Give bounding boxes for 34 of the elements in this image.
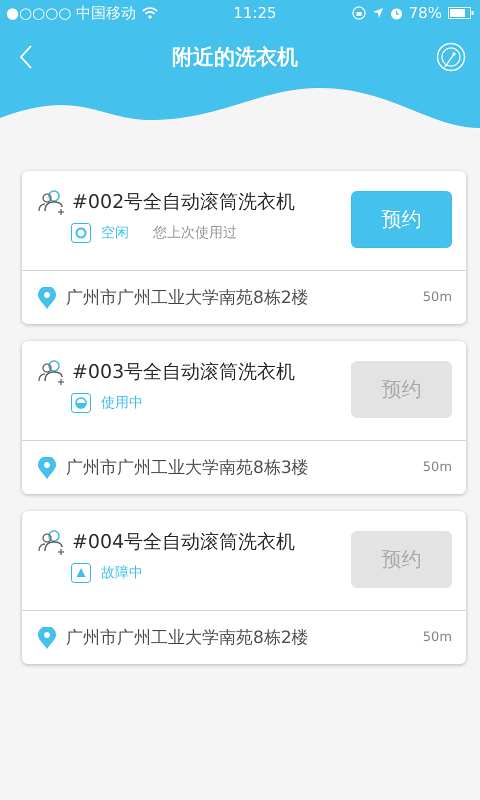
battery-icon bbox=[448, 7, 474, 19]
location-pin-icon bbox=[38, 626, 56, 648]
clock-text: 11:25 bbox=[233, 4, 277, 22]
wifi-icon bbox=[142, 7, 158, 19]
distance-text: 50m bbox=[422, 290, 452, 305]
last-used-note: 您上次使用过 bbox=[153, 224, 237, 242]
machine-name: #004号全自动滚筒洗衣机 bbox=[72, 530, 296, 555]
book-button[interactable]: 预约 bbox=[351, 191, 452, 248]
users-icon bbox=[38, 359, 66, 385]
status-label: 使用中 bbox=[101, 394, 143, 412]
machine-name: #003号全自动滚筒洗衣机 bbox=[72, 360, 296, 385]
back-icon[interactable] bbox=[18, 44, 34, 70]
machine-name: #002号全自动滚筒洗衣机 bbox=[72, 190, 296, 215]
location-pin-icon bbox=[38, 286, 56, 308]
address-text: 广州市广州工业大学南苑8栋2楼 bbox=[66, 287, 310, 309]
location-pin-icon bbox=[38, 456, 56, 478]
users-icon bbox=[38, 529, 66, 555]
location-icon bbox=[372, 7, 384, 19]
drum-icon bbox=[71, 393, 91, 413]
alarm-icon bbox=[390, 6, 403, 20]
battery-text: 78% bbox=[408, 4, 442, 22]
radar-icon[interactable] bbox=[436, 42, 466, 72]
distance-text: 50m bbox=[422, 630, 452, 645]
address-text: 广州市广州工业大学南苑8栋2楼 bbox=[66, 627, 310, 649]
drum-icon bbox=[71, 223, 91, 243]
address-text: 广州市广州工业大学南苑8栋3楼 bbox=[66, 457, 310, 479]
status-label: 空闲 bbox=[101, 224, 129, 242]
users-icon bbox=[38, 189, 66, 215]
distance-text: 50m bbox=[422, 460, 452, 475]
status-label: 故障中 bbox=[101, 564, 143, 582]
page-title: 附近的洗衣机 bbox=[172, 44, 298, 71]
warning-icon bbox=[71, 563, 91, 583]
carrier-text: ●○○○○ 中国移动 bbox=[6, 4, 136, 22]
rotation-lock-icon bbox=[352, 6, 366, 20]
